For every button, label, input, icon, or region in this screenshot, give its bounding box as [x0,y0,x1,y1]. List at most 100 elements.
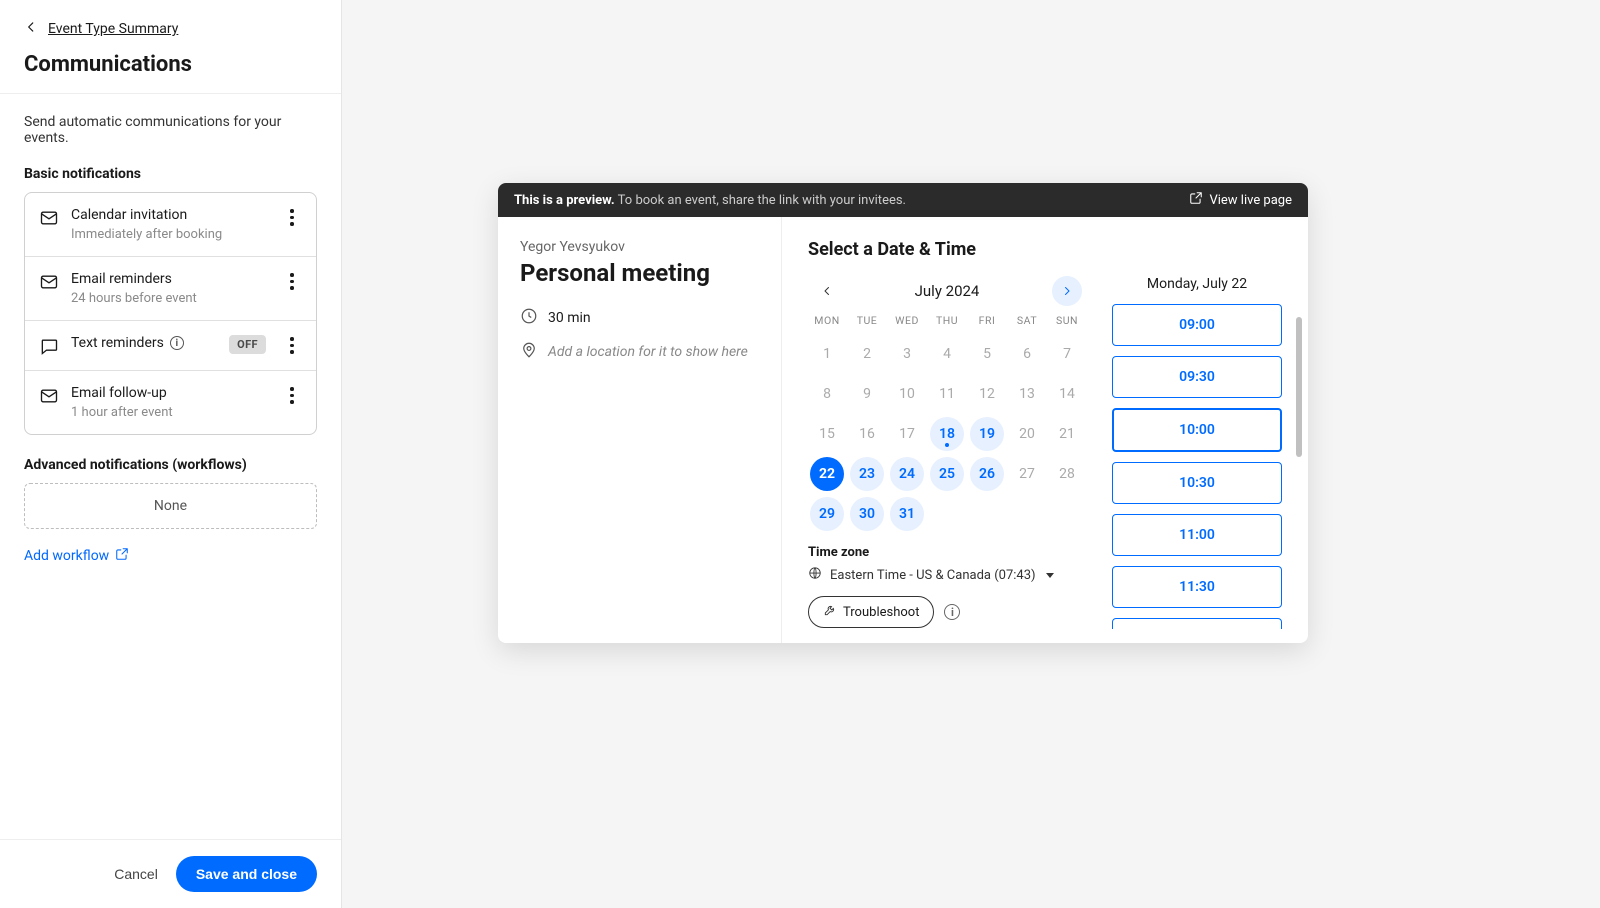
prev-month-button[interactable] [812,276,842,306]
calendar-day[interactable]: 24 [890,457,924,491]
off-badge: OFF [229,335,266,354]
event-title: Personal meeting [520,259,759,287]
event-location-placeholder: Add a location for it to show here [520,341,759,363]
notification-subtext: 24 hours before event [71,291,270,306]
event-details-panel: Yegor Yevsyukov Personal meeting 30 min … [498,217,782,643]
notification-list: Calendar invitationImmediately after boo… [24,192,317,435]
time-slot[interactable]: 10:30 [1112,462,1282,504]
add-workflow-label: Add workflow [24,548,109,564]
clock-icon [520,307,538,329]
back-link[interactable]: Event Type Summary [24,20,317,38]
save-and-close-button[interactable]: Save and close [176,856,317,892]
calendar-day: 2 [850,337,884,371]
time-slot[interactable]: 11:30 [1112,566,1282,608]
more-options-button[interactable] [282,209,302,226]
mail-icon [39,208,59,228]
location-placeholder-text: Add a location for it to show here [548,344,748,360]
calendar-day: 15 [810,417,844,451]
timezone-selector[interactable]: Eastern Time - US & Canada (07:43) [808,566,1086,584]
page-description: Send automatic communications for your e… [24,114,317,146]
time-slot[interactable]: 09:30 [1112,356,1282,398]
more-options-button[interactable] [282,337,302,354]
notification-title: Text remindersi [71,335,217,351]
time-slot-list: 09:00 09:30 10:00 10:30 11:00 11:30 12:00 [1112,304,1282,629]
day-of-week-header: SAT [1008,314,1046,331]
day-of-week-header: SUN [1048,314,1086,331]
troubleshoot-label: Troubleshoot [843,605,919,620]
next-month-button[interactable] [1052,276,1082,306]
mail-icon [39,386,59,406]
event-duration: 30 min [520,307,759,329]
location-pin-icon [520,341,538,363]
scrollbar-thumb[interactable] [1296,317,1302,457]
calendar-day[interactable]: 23 [850,457,884,491]
chat-icon [39,336,59,356]
notification-text: Text remindersi [71,335,217,351]
troubleshoot-button[interactable]: Troubleshoot [808,596,934,628]
view-live-label: View live page [1209,193,1292,208]
calendar-day: 3 [890,337,924,371]
calendar-day: 17 [890,417,924,451]
calendar-day: 28 [1050,457,1084,491]
wrench-icon [823,603,837,621]
calendar-day[interactable]: 29 [810,497,844,531]
calendar-day[interactable]: 25 [930,457,964,491]
select-date-time-panel: Select a Date & Time July 2024 MONTUEWED… [782,217,1308,643]
calendar-day[interactable]: 31 [890,497,924,531]
more-options-button[interactable] [282,273,302,290]
globe-icon [808,566,822,584]
month-label: July 2024 [915,282,980,300]
calendar-day: 16 [850,417,884,451]
time-slot-column: Monday, July 22 09:00 09:30 10:00 10:30 11:0… [1112,276,1282,629]
calendar-day[interactable]: 22 [810,457,844,491]
time-slot[interactable]: 12:00 [1112,618,1282,629]
notification-text: Calendar invitationImmediately after boo… [71,207,270,242]
preview-banner-text: This is a preview. To book an event, sha… [514,193,906,208]
day-of-week-header: TUE [848,314,886,331]
calendar-day[interactable]: 18 [930,417,964,451]
notification-row[interactable]: Email follow-up1 hour after event [25,371,316,434]
preview-banner: This is a preview. To book an event, sha… [498,183,1308,217]
calendar-day: 8 [810,377,844,411]
more-options-button[interactable] [282,387,302,404]
add-workflow-link[interactable]: Add workflow [24,547,129,565]
info-icon[interactable]: i [170,336,184,350]
time-slot[interactable]: 09:00 [1112,304,1282,346]
external-link-icon [1189,191,1203,209]
communications-sidebar: Event Type Summary Communications Send a… [0,0,342,908]
preview-banner-rest: To book an event, share the link with yo… [618,193,906,208]
notification-row[interactable]: Calendar invitationImmediately after boo… [25,193,316,257]
calendar-day[interactable]: 26 [970,457,1004,491]
time-slot[interactable]: 10:00 [1112,408,1282,452]
view-live-page-link[interactable]: View live page [1189,191,1292,209]
booking-preview-card: This is a preview. To book an event, sha… [498,183,1308,643]
calendar-day: 6 [1010,337,1044,371]
sidebar-footer: Cancel Save and close [0,839,341,908]
calendar-day: 27 [1010,457,1044,491]
calendar-day[interactable]: 19 [970,417,1004,451]
calendar-day: 7 [1050,337,1084,371]
basic-notifications-heading: Basic notifications [24,166,317,182]
mail-icon [39,272,59,292]
calendar-day: 12 [970,377,1004,411]
info-icon[interactable]: i [944,604,960,620]
notification-row[interactable]: Text remindersi OFF [25,321,316,371]
advanced-none-placeholder: None [24,483,317,529]
page-title: Communications [24,52,317,77]
time-slot[interactable]: 11:00 [1112,514,1282,556]
sidebar-header: Event Type Summary Communications [0,0,341,94]
notification-row[interactable]: Email reminders24 hours before event [25,257,316,321]
event-owner: Yegor Yevsyukov [520,239,759,255]
calendar-grid: MONTUEWEDTHUFRISATSUN1234567891011121314… [808,314,1086,531]
calendar-and-slots: July 2024 MONTUEWEDTHUFRISATSUN123456789… [808,276,1282,629]
notification-title: Calendar invitation [71,207,270,223]
month-navigation: July 2024 [808,276,1086,306]
calendar-day: 13 [1010,377,1044,411]
selected-date-label: Monday, July 22 [1112,276,1282,292]
troubleshoot-row: Troubleshoot i [808,596,1086,628]
day-of-week-header: THU [928,314,966,331]
timezone-block: Time zone Eastern Time - US & Canada (07… [808,545,1086,628]
calendar-day: 4 [930,337,964,371]
calendar-day[interactable]: 30 [850,497,884,531]
cancel-button[interactable]: Cancel [114,866,158,882]
